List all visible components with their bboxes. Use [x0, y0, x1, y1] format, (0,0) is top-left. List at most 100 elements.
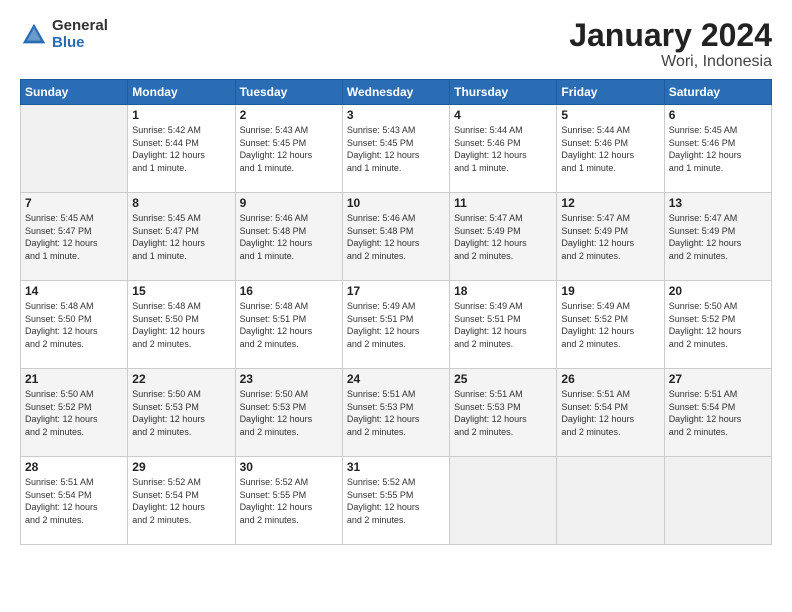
logo-icon — [20, 21, 48, 49]
logo-general: General — [52, 18, 108, 35]
day-info: Sunrise: 5:48 AM Sunset: 5:50 PM Dayligh… — [25, 300, 123, 350]
day-number: 20 — [669, 284, 767, 298]
day-info: Sunrise: 5:49 AM Sunset: 5:51 PM Dayligh… — [347, 300, 445, 350]
calendar-cell — [664, 457, 771, 545]
calendar-cell: 29 Sunrise: 5:52 AM Sunset: 5:54 PM Dayli… — [128, 457, 235, 545]
calendar-title: January 2024 — [569, 18, 772, 53]
day-info: Sunrise: 5:50 AM Sunset: 5:52 PM Dayligh… — [669, 300, 767, 350]
calendar-cell: 7 Sunrise: 5:45 AM Sunset: 5:47 PM Daylig… — [21, 193, 128, 281]
day-number: 5 — [561, 108, 659, 122]
day-number: 18 — [454, 284, 552, 298]
calendar-cell: 18Sunrise: 5:49 AM Sunset: 5:51 PM Dayli… — [450, 281, 557, 369]
calendar-week-2: 7 Sunrise: 5:45 AM Sunset: 5:47 PM Daylig… — [21, 193, 772, 281]
day-number: 12 — [561, 196, 659, 210]
day-info: Sunrise: 5:44 AM Sunset: 5:46 PM Dayligh… — [561, 124, 659, 174]
day-info: Sunrise: 5:43 AM Sunset: 5:45 PM Dayligh… — [240, 124, 338, 174]
header-sunday: Sunday — [21, 80, 128, 105]
day-info: Sunrise: 5:42 AM Sunset: 5:44 PM Dayligh… — [132, 124, 230, 174]
calendar-cell: 23 Sunrise: 5:50 AM Sunset: 5:53 PM Dayli… — [235, 369, 342, 457]
calendar-cell: 24 Sunrise: 5:51 AM Sunset: 5:53 PM Dayli… — [342, 369, 449, 457]
calendar-cell: 21 Sunrise: 5:50 AM Sunset: 5:52 PM Dayli… — [21, 369, 128, 457]
title-block: January 2024 Wori, Indonesia — [569, 18, 772, 71]
header-tuesday: Tuesday — [235, 80, 342, 105]
day-number: 10 — [347, 196, 445, 210]
day-number: 24 — [347, 372, 445, 386]
calendar-cell — [21, 105, 128, 193]
day-number: 11 — [454, 196, 552, 210]
calendar-cell: 11Sunrise: 5:47 AM Sunset: 5:49 PM Dayli… — [450, 193, 557, 281]
day-number: 26 — [561, 372, 659, 386]
calendar-cell: 31Sunrise: 5:52 AM Sunset: 5:55 PM Dayli… — [342, 457, 449, 545]
day-info: Sunrise: 5:45 AM Sunset: 5:47 PM Dayligh… — [132, 212, 230, 262]
day-number: 31 — [347, 460, 445, 474]
calendar-cell — [557, 457, 664, 545]
day-number: 19 — [561, 284, 659, 298]
header-thursday: Thursday — [450, 80, 557, 105]
calendar-week-1: 1Sunrise: 5:42 AM Sunset: 5:44 PM Daylig… — [21, 105, 772, 193]
header-friday: Friday — [557, 80, 664, 105]
day-number: 4 — [454, 108, 552, 122]
day-number: 16 — [240, 284, 338, 298]
calendar-cell: 30Sunrise: 5:52 AM Sunset: 5:55 PM Dayli… — [235, 457, 342, 545]
header-row: Sunday Monday Tuesday Wednesday Thursday… — [21, 80, 772, 105]
day-number: 9 — [240, 196, 338, 210]
calendar-cell: 14 Sunrise: 5:48 AM Sunset: 5:50 PM Dayli… — [21, 281, 128, 369]
day-info: Sunrise: 5:46 AM Sunset: 5:48 PM Dayligh… — [240, 212, 338, 262]
calendar-week-4: 21 Sunrise: 5:50 AM Sunset: 5:52 PM Dayli… — [21, 369, 772, 457]
calendar-cell — [450, 457, 557, 545]
day-number: 22 — [132, 372, 230, 386]
logo: General Blue — [20, 18, 108, 51]
calendar-cell: 13Sunrise: 5:47 AM Sunset: 5:49 PM Dayli… — [664, 193, 771, 281]
day-number: 29 — [132, 460, 230, 474]
day-info: Sunrise: 5:51 AM Sunset: 5:53 PM Dayligh… — [454, 388, 552, 438]
calendar-cell: 12Sunrise: 5:47 AM Sunset: 5:49 PM Dayli… — [557, 193, 664, 281]
calendar-cell: 27Sunrise: 5:51 AM Sunset: 5:54 PM Dayli… — [664, 369, 771, 457]
day-info: Sunrise: 5:45 AM Sunset: 5:46 PM Dayligh… — [669, 124, 767, 174]
calendar-cell: 26 Sunrise: 5:51 AM Sunset: 5:54 PM Dayli… — [557, 369, 664, 457]
calendar-cell: 8 Sunrise: 5:45 AM Sunset: 5:47 PM Daylig… — [128, 193, 235, 281]
logo-text: General Blue — [52, 18, 108, 51]
day-number: 25 — [454, 372, 552, 386]
day-number: 7 — [25, 196, 123, 210]
day-info: Sunrise: 5:51 AM Sunset: 5:54 PM Dayligh… — [561, 388, 659, 438]
calendar-cell: 6Sunrise: 5:45 AM Sunset: 5:46 PM Daylig… — [664, 105, 771, 193]
calendar-cell: 4 Sunrise: 5:44 AM Sunset: 5:46 PM Daylig… — [450, 105, 557, 193]
calendar-cell: 1Sunrise: 5:42 AM Sunset: 5:44 PM Daylig… — [128, 105, 235, 193]
day-info: Sunrise: 5:51 AM Sunset: 5:54 PM Dayligh… — [25, 476, 123, 526]
header-monday: Monday — [128, 80, 235, 105]
day-number: 30 — [240, 460, 338, 474]
logo-blue: Blue — [52, 35, 108, 52]
calendar-subtitle: Wori, Indonesia — [569, 53, 772, 71]
day-number: 23 — [240, 372, 338, 386]
calendar-cell: 25 Sunrise: 5:51 AM Sunset: 5:53 PM Dayli… — [450, 369, 557, 457]
day-number: 3 — [347, 108, 445, 122]
calendar-cell: 9 Sunrise: 5:46 AM Sunset: 5:48 PM Daylig… — [235, 193, 342, 281]
day-number: 2 — [240, 108, 338, 122]
calendar-cell: 15Sunrise: 5:48 AM Sunset: 5:50 PM Dayli… — [128, 281, 235, 369]
day-info: Sunrise: 5:50 AM Sunset: 5:53 PM Dayligh… — [132, 388, 230, 438]
day-info: Sunrise: 5:50 AM Sunset: 5:52 PM Dayligh… — [25, 388, 123, 438]
day-number: 8 — [132, 196, 230, 210]
calendar-week-3: 14 Sunrise: 5:48 AM Sunset: 5:50 PM Dayli… — [21, 281, 772, 369]
calendar-cell: 17 Sunrise: 5:49 AM Sunset: 5:51 PM Dayli… — [342, 281, 449, 369]
calendar-cell: 3 Sunrise: 5:43 AM Sunset: 5:45 PM Daylig… — [342, 105, 449, 193]
day-info: Sunrise: 5:50 AM Sunset: 5:53 PM Dayligh… — [240, 388, 338, 438]
day-number: 13 — [669, 196, 767, 210]
calendar-cell: 19 Sunrise: 5:49 AM Sunset: 5:52 PM Dayli… — [557, 281, 664, 369]
header-saturday: Saturday — [664, 80, 771, 105]
day-number: 14 — [25, 284, 123, 298]
header: General Blue January 2024 Wori, Indonesi… — [20, 18, 772, 71]
day-number: 17 — [347, 284, 445, 298]
day-info: Sunrise: 5:52 AM Sunset: 5:54 PM Dayligh… — [132, 476, 230, 526]
day-info: Sunrise: 5:46 AM Sunset: 5:48 PM Dayligh… — [347, 212, 445, 262]
day-info: Sunrise: 5:43 AM Sunset: 5:45 PM Dayligh… — [347, 124, 445, 174]
calendar-cell: 22 Sunrise: 5:50 AM Sunset: 5:53 PM Dayli… — [128, 369, 235, 457]
day-info: Sunrise: 5:51 AM Sunset: 5:54 PM Dayligh… — [669, 388, 767, 438]
day-info: Sunrise: 5:49 AM Sunset: 5:52 PM Dayligh… — [561, 300, 659, 350]
day-number: 21 — [25, 372, 123, 386]
day-info: Sunrise: 5:48 AM Sunset: 5:50 PM Dayligh… — [132, 300, 230, 350]
day-info: Sunrise: 5:44 AM Sunset: 5:46 PM Dayligh… — [454, 124, 552, 174]
day-info: Sunrise: 5:51 AM Sunset: 5:53 PM Dayligh… — [347, 388, 445, 438]
calendar-cell: 2 Sunrise: 5:43 AM Sunset: 5:45 PM Daylig… — [235, 105, 342, 193]
day-info: Sunrise: 5:45 AM Sunset: 5:47 PM Dayligh… — [25, 212, 123, 262]
